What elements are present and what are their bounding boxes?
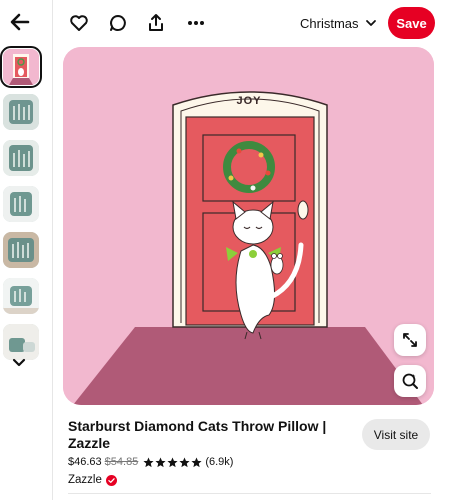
pillow-thumbnail-icon <box>3 94 39 130</box>
star-icon <box>167 457 178 467</box>
pillow-thumbnail-icon <box>3 324 39 360</box>
price-row: $46.63 $54.85 (6.9k) <box>68 455 233 469</box>
thumbnail-item[interactable] <box>3 232 39 268</box>
more-options-button[interactable] <box>183 10 209 36</box>
star-icon <box>143 457 154 467</box>
column-divider <box>52 0 53 500</box>
more-thumbnails-button[interactable] <box>11 356 27 368</box>
pin-image: JOY <box>63 47 434 405</box>
share-button[interactable] <box>143 10 169 36</box>
star-icon <box>155 457 166 467</box>
thumbnail-item[interactable] <box>3 278 39 314</box>
section-divider <box>68 493 431 494</box>
arrow-left-icon <box>10 13 30 31</box>
original-price: $54.85 <box>104 456 139 468</box>
thumbnail-item[interactable] <box>3 94 39 130</box>
board-label: Christmas <box>300 15 359 31</box>
more-icon <box>188 21 204 25</box>
lens-search-icon <box>402 373 418 389</box>
pillow-thumbnail-icon <box>3 278 39 314</box>
visit-site-button[interactable]: Visit site <box>362 419 430 450</box>
current-price: $46.63 <box>68 456 102 468</box>
merchant-name: Zazzle <box>68 474 102 486</box>
expand-icon <box>403 333 417 347</box>
thumbnail-item[interactable] <box>3 186 39 222</box>
pillow-thumbnail-icon <box>3 186 39 222</box>
thumbnail-item[interactable] <box>0 46 42 88</box>
door-sign-text: JOY <box>236 95 262 107</box>
share-icon <box>149 14 163 31</box>
expand-button[interactable] <box>394 324 426 356</box>
review-count[interactable]: (6.9k) <box>205 456 233 468</box>
pillow-thumbnail-icon <box>3 232 39 268</box>
star-icon <box>191 457 202 467</box>
back-button[interactable] <box>6 8 34 36</box>
save-button[interactable]: Save <box>388 7 435 39</box>
comment-icon <box>110 15 126 31</box>
thumbnail-item[interactable] <box>3 324 39 360</box>
chevron-down-icon <box>365 20 376 26</box>
heart-icon <box>70 15 88 31</box>
rating-stars <box>143 457 202 468</box>
like-button[interactable] <box>66 10 92 36</box>
merchant-link[interactable]: Zazzle <box>68 473 117 487</box>
thumbnail-item[interactable] <box>3 140 39 176</box>
board-selector[interactable]: Christmas <box>300 10 377 36</box>
product-title: Starburst Diamond Cats Throw Pillow | Za… <box>68 418 327 451</box>
comment-button[interactable] <box>105 10 131 36</box>
pink-cat-thumbnail-icon <box>3 49 39 85</box>
star-icon <box>179 457 190 467</box>
pillow-thumbnail-icon <box>3 140 39 176</box>
chevron-down-icon <box>12 358 26 367</box>
verified-badge-icon <box>105 474 117 486</box>
visual-search-button[interactable] <box>394 365 426 397</box>
